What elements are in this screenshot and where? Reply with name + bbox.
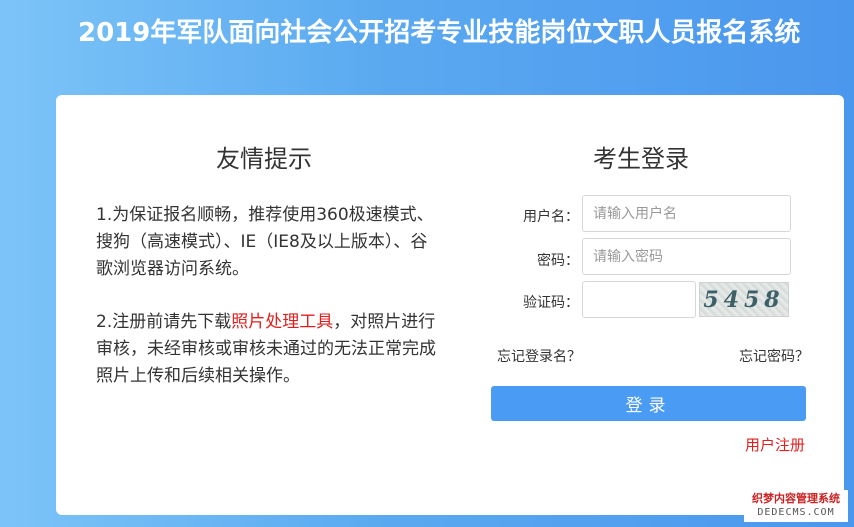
tips-heading: 友情提示	[216, 145, 312, 173]
captcha-label: 验证码：	[523, 295, 579, 311]
photo-tool-link[interactable]: 照片处理工具	[231, 312, 333, 332]
watermark: 织梦内容管理系统 DEDECMS.COM	[744, 490, 848, 522]
password-input[interactable]	[582, 238, 791, 275]
page-title: 2019年军队面向社会公开招考专业技能岗位文职人员报名系统	[78, 18, 801, 48]
watermark-line-1: 织梦内容管理系统	[752, 492, 840, 505]
login-button[interactable]: 登录	[491, 386, 806, 421]
tips-paragraph-1: 1.为保证报名顺畅，推荐使用360极速模式、搜狗（高速模式）、IE（IE8及以上…	[96, 205, 434, 279]
login-heading: 考生登录	[593, 145, 689, 173]
forgot-password-link[interactable]: 忘记密码？	[739, 346, 809, 366]
username-label: 用户名：	[523, 209, 579, 225]
tips-p2-prefix: 2.注册前请先下载	[96, 312, 232, 332]
captcha-input[interactable]	[582, 281, 696, 318]
watermark-line-2: DEDECMS.COM	[757, 507, 835, 518]
captcha-image[interactable]: 5458	[699, 282, 789, 317]
forgot-username-link[interactable]: 忘记登录名？	[497, 346, 581, 366]
main-card: 友情提示 1.为保证报名顺畅，推荐使用360极速模式、搜狗（高速模式）、IE（I…	[56, 95, 844, 515]
tips-paragraph-2: 2.注册前请先下载照片处理工具，对照片进行审核，未经审核或审核未通过的无法正常完…	[96, 309, 436, 390]
register-link[interactable]: 用户注册	[745, 434, 805, 455]
username-input[interactable]	[582, 195, 791, 232]
password-label: 密码：	[537, 253, 579, 269]
